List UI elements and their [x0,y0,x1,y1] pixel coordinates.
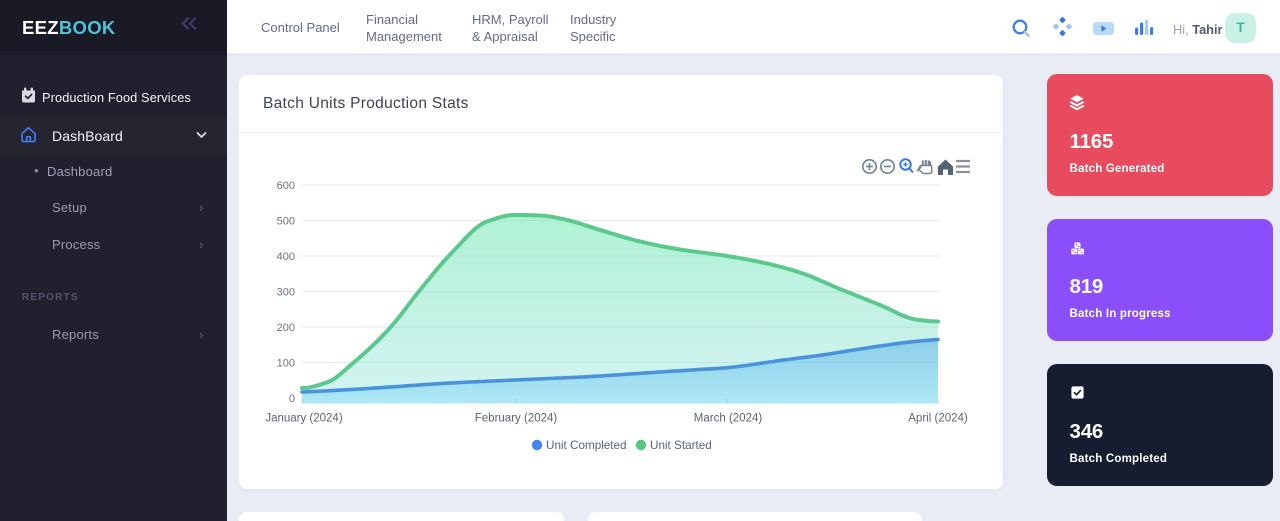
svg-text:400: 400 [277,251,295,263]
svg-text:500: 500 [277,216,295,228]
svg-text:Unit Started: Unit Started [650,439,712,452]
svg-text:Unit Completed: Unit Completed [546,439,627,452]
svg-text:600: 600 [277,180,295,192]
svg-text:March (2024): March (2024) [694,413,763,425]
svg-text:0: 0 [289,393,295,405]
svg-text:April (2024): April (2024) [908,413,968,425]
svg-text:300: 300 [277,287,295,299]
svg-text:January (2024): January (2024) [265,413,343,425]
svg-text:February (2024): February (2024) [475,413,558,425]
svg-text:100: 100 [277,358,295,370]
svg-text:200: 200 [277,322,295,334]
